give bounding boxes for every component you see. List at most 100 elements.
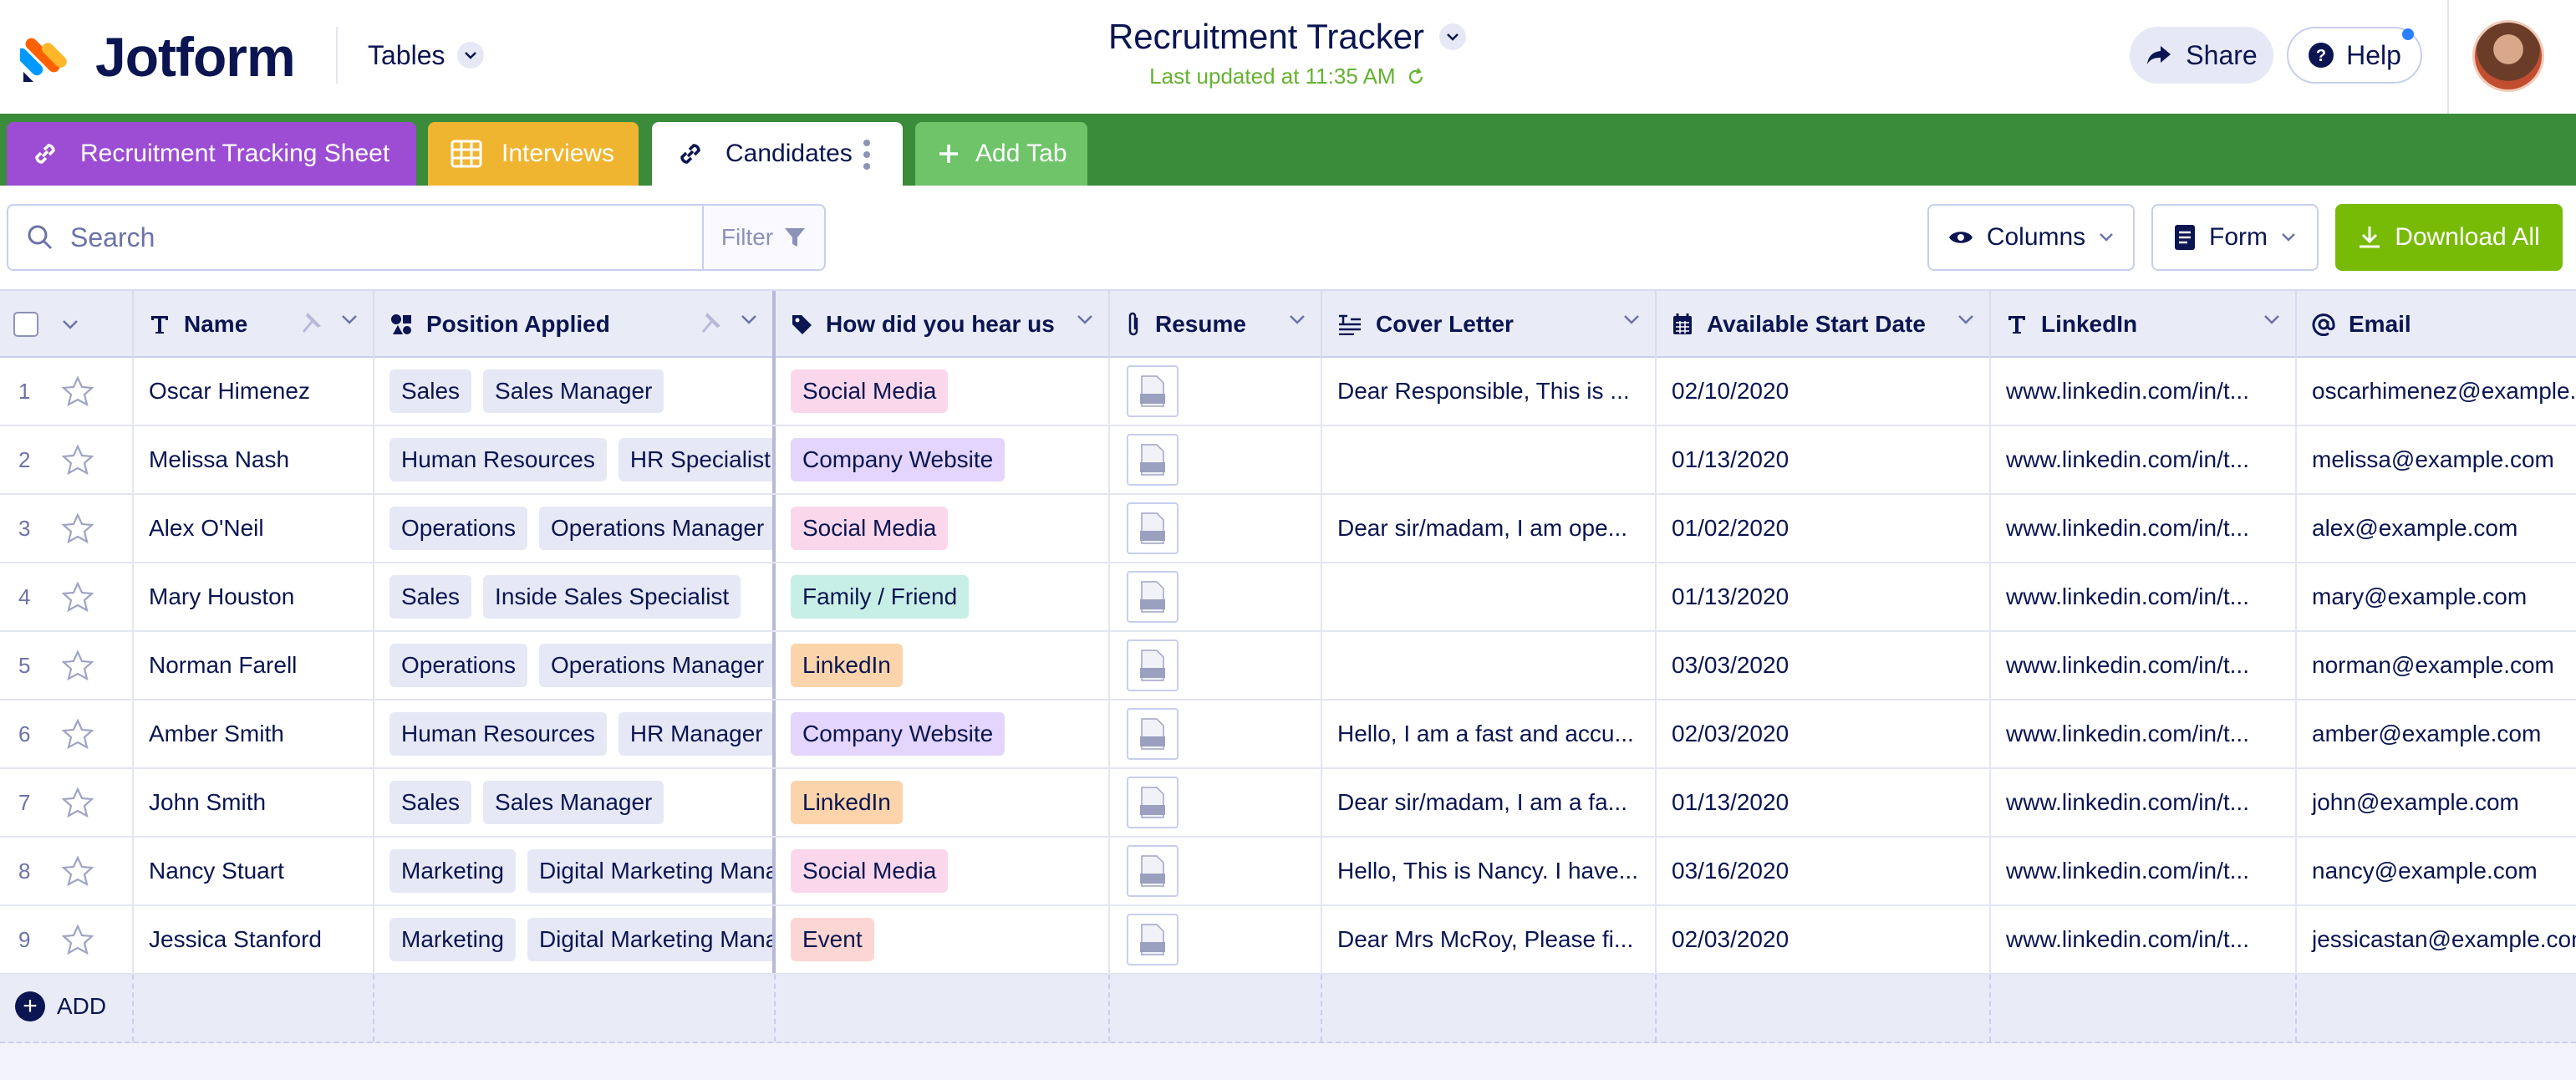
cover-letter-cell[interactable]: Dear Responsible, This is ...	[1322, 358, 1657, 425]
linkedin-cell[interactable]: www.linkedin.com/in/t...	[1991, 495, 2297, 562]
column-header-linkedin[interactable]: LinkedIn	[1991, 291, 2297, 358]
select-all-checkbox[interactable]	[13, 312, 38, 337]
name-cell[interactable]: Alex O'Neil	[134, 495, 374, 562]
name-cell[interactable]: Nancy Stuart	[134, 838, 374, 904]
position-cell[interactable]: Human Resources HR Manager	[374, 700, 776, 767]
email-cell[interactable]: jessicastan@example.com	[2297, 906, 2576, 973]
pdf-file-icon[interactable]	[1127, 845, 1179, 897]
star-icon[interactable]	[61, 924, 94, 960]
source-cell[interactable]: Social Media	[776, 838, 1110, 904]
tables-menu-button[interactable]: Tables	[368, 37, 484, 74]
table-row[interactable]: 4 Mary Houston Sales Inside Sales Specialis…	[0, 563, 2576, 632]
chevron-down-icon[interactable]	[1623, 314, 1640, 324]
resume-cell[interactable]	[1110, 358, 1322, 425]
pin-icon[interactable]	[299, 311, 323, 336]
email-cell[interactable]: oscarhimenez@example.com	[2297, 358, 2576, 425]
star-icon[interactable]	[61, 581, 94, 618]
share-button[interactable]: Share	[2130, 27, 2273, 84]
source-cell[interactable]: Social Media	[776, 358, 1110, 425]
add-tab-button[interactable]: Add Tab	[915, 122, 1087, 186]
chevron-down-icon[interactable]	[741, 314, 757, 324]
start-date-cell[interactable]: 01/02/2020	[1657, 495, 1991, 562]
cover-letter-cell[interactable]	[1322, 632, 1657, 699]
resume-cell[interactable]	[1110, 769, 1322, 836]
linkedin-cell[interactable]: www.linkedin.com/in/t...	[1991, 906, 2297, 973]
table-row[interactable]: 2 Melissa Nash Human Resources HR Specialis…	[0, 426, 2576, 495]
tab-candidates[interactable]: Candidates	[652, 122, 903, 186]
table-title-button[interactable]: Recruitment Tracker	[1108, 17, 1467, 57]
start-date-cell[interactable]: 01/13/2020	[1657, 563, 1991, 630]
column-header-email[interactable]: Email	[2297, 291, 2576, 358]
resume-cell[interactable]	[1110, 426, 1322, 493]
name-cell[interactable]: Oscar Himenez	[134, 358, 374, 425]
star-icon[interactable]	[61, 650, 94, 686]
chevron-down-icon[interactable]	[1957, 314, 1974, 324]
source-cell[interactable]: Event	[776, 906, 1110, 973]
jotform-logo[interactable]: Jotform	[15, 26, 296, 88]
pdf-file-icon[interactable]	[1127, 914, 1179, 965]
tab-interviews[interactable]: Interviews	[428, 122, 639, 186]
user-avatar[interactable]	[2472, 20, 2544, 92]
filter-button[interactable]: Filter	[702, 204, 826, 271]
help-button[interactable]: ? Help	[2287, 27, 2422, 84]
start-date-cell[interactable]: 01/13/2020	[1657, 426, 1991, 493]
chevron-down-icon[interactable]	[2263, 314, 2280, 324]
position-cell[interactable]: MarketingDigital Marketing Manager	[374, 838, 776, 904]
column-header-cover-letter[interactable]: Cover Letter	[1322, 291, 1657, 358]
pdf-file-icon[interactable]	[1127, 434, 1179, 486]
star-icon[interactable]	[61, 512, 94, 549]
resume-cell[interactable]	[1110, 906, 1322, 973]
source-cell[interactable]: Company Website	[776, 426, 1110, 493]
source-cell[interactable]: Family / Friend	[776, 563, 1110, 630]
cover-letter-cell[interactable]	[1322, 426, 1657, 493]
position-cell[interactable]: Sales Sales Manager	[374, 358, 776, 425]
table-row[interactable]: 9 Jessica Stanford Marketing Digital Market…	[0, 906, 2576, 975]
name-cell[interactable]: Mary Houston	[134, 563, 374, 630]
source-cell[interactable]: LinkedIn	[776, 769, 1110, 836]
cover-letter-cell[interactable]: Dear sir/madam, I am ope...	[1322, 495, 1657, 562]
linkedin-cell[interactable]: www.linkedin.com/in/t...	[1991, 632, 2297, 699]
table-row[interactable]: 7 John Smith Sales Sales Manager LinkedIn Dea…	[0, 769, 2576, 838]
column-header-resume[interactable]: Resume	[1110, 291, 1322, 358]
cover-letter-cell[interactable]	[1322, 563, 1657, 630]
star-icon[interactable]	[61, 855, 94, 892]
start-date-cell[interactable]: 03/03/2020	[1657, 632, 1991, 699]
name-cell[interactable]: John Smith	[134, 769, 374, 836]
table-row[interactable]: 6 Amber Smith Human Resources HR Manager Com…	[0, 700, 2576, 769]
email-cell[interactable]: melissa@example.com	[2297, 426, 2576, 493]
search-input[interactable]: Search	[7, 204, 704, 271]
start-date-cell[interactable]: 02/10/2020	[1657, 358, 1991, 425]
name-cell[interactable]: Norman Farell	[134, 632, 374, 699]
linkedin-cell[interactable]: www.linkedin.com/in/t...	[1991, 426, 2297, 493]
source-cell[interactable]: Company Website	[776, 700, 1110, 767]
email-cell[interactable]: norman@example.com	[2297, 632, 2576, 699]
position-cell[interactable]: Sales Sales Manager	[374, 769, 776, 836]
position-cell[interactable]: MarketingDigital Marketing Manager	[374, 906, 776, 973]
star-icon[interactable]	[61, 444, 94, 481]
name-cell[interactable]: Melissa Nash	[134, 426, 374, 493]
email-cell[interactable]: mary@example.com	[2297, 563, 2576, 630]
position-cell[interactable]: Operations Operations Manager	[374, 632, 776, 699]
resume-cell[interactable]	[1110, 563, 1322, 630]
source-cell[interactable]: LinkedIn	[776, 632, 1110, 699]
cover-letter-cell[interactable]: Dear sir/madam, I am a fa...	[1322, 769, 1657, 836]
email-cell[interactable]: alex@example.com	[2297, 495, 2576, 562]
linkedin-cell[interactable]: www.linkedin.com/in/t...	[1991, 769, 2297, 836]
linkedin-cell[interactable]: www.linkedin.com/in/t...	[1991, 838, 2297, 904]
star-icon[interactable]	[61, 718, 94, 755]
linkedin-cell[interactable]: www.linkedin.com/in/t...	[1991, 358, 2297, 425]
column-header-position-applied[interactable]: Position Applied	[374, 291, 776, 358]
name-cell[interactable]: Jessica Stanford	[134, 906, 374, 973]
email-cell[interactable]: amber@example.com	[2297, 700, 2576, 767]
start-date-cell[interactable]: 03/16/2020	[1657, 838, 1991, 904]
column-header-name[interactable]: Name	[134, 291, 374, 358]
table-row[interactable]: 3 Alex O'Neil Operations Operations Manager…	[0, 495, 2576, 563]
cover-letter-cell[interactable]: Dear Mrs McRoy, Please fi...	[1322, 906, 1657, 973]
chevron-down-icon[interactable]	[62, 319, 79, 329]
chevron-down-icon[interactable]	[341, 314, 358, 324]
pdf-file-icon[interactable]	[1127, 571, 1179, 623]
table-row[interactable]: 1 Oscar Himenez Sales Sales Manager Social M…	[0, 358, 2576, 426]
star-icon[interactable]	[61, 375, 94, 412]
position-cell[interactable]: Human Resources HR Specialist	[374, 426, 776, 493]
star-icon[interactable]	[61, 787, 94, 823]
